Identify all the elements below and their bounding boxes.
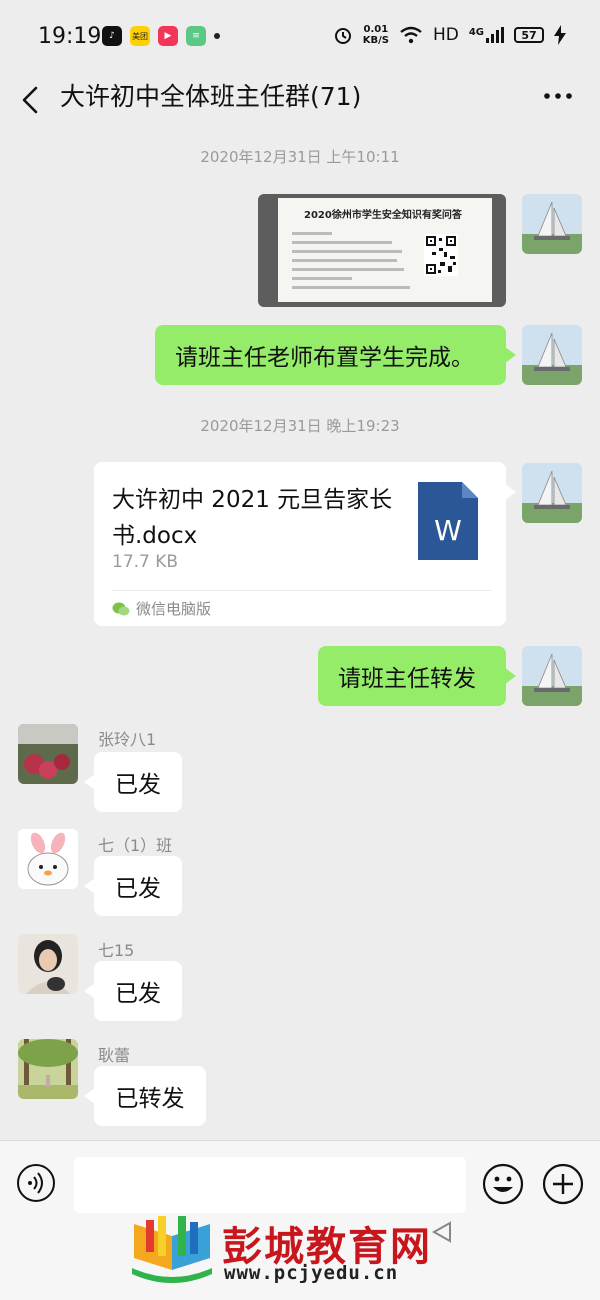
book-logo-icon bbox=[132, 1216, 212, 1283]
status-bar: 19:19 ♪ 美团 ▶ ≡ 0.01 KB/S HD 4G 57 bbox=[0, 0, 600, 72]
image-message[interactable]: 2020徐州市学生安全知识有奖问答 bbox=[258, 194, 506, 307]
chat-title: 大许初中全体班主任群(71) bbox=[60, 82, 362, 111]
signal-label: 4G bbox=[468, 27, 484, 38]
wifi-icon bbox=[400, 26, 422, 44]
file-source-label: 微信电脑版 bbox=[136, 600, 212, 618]
file-source: 微信电脑版 bbox=[112, 598, 211, 619]
file-message[interactable]: 大许初中 2021 元旦告家长书.docx 17.7 KB W 微信电脑版 bbox=[94, 462, 516, 626]
battery-level: 57 bbox=[521, 28, 537, 42]
message-text: 已转发 bbox=[115, 1086, 185, 1112]
network-speed-unit: KB/S bbox=[362, 35, 389, 46]
sailboat-avatar-icon bbox=[522, 463, 582, 523]
image-title: 2020徐州市学生安全知识有奖问答 bbox=[304, 210, 462, 221]
chat-header: 大许初中全体班主任群(71) bbox=[0, 72, 600, 132]
outgoing-message[interactable]: 请班主任老师布置学生完成。 bbox=[155, 325, 516, 385]
battery-indicator: 57 bbox=[514, 27, 544, 43]
sender-name: 张玲八1 bbox=[98, 730, 157, 749]
my-avatar[interactable] bbox=[522, 463, 582, 523]
charging-icon bbox=[554, 25, 566, 45]
more-notifications-dot bbox=[214, 33, 220, 39]
sailboat-avatar-icon bbox=[522, 194, 582, 254]
file-name: 大许初中 2021 元旦告家长书.docx bbox=[112, 487, 393, 549]
divider bbox=[112, 590, 492, 591]
message-text: 已发 bbox=[115, 876, 161, 902]
signal-bars-icon bbox=[486, 27, 504, 43]
green-app-icon: ≡ bbox=[186, 26, 206, 46]
outgoing-message[interactable]: 请班主任转发 bbox=[318, 646, 516, 706]
flowers-avatar-icon bbox=[18, 724, 78, 784]
word-document-icon: W bbox=[418, 482, 478, 560]
forest-avatar-icon bbox=[18, 1039, 78, 1099]
timestamp: 2020年12月31日 晚上19:23 bbox=[200, 417, 400, 435]
sender-name: 耿蕾 bbox=[98, 1046, 131, 1065]
incoming-message[interactable]: 已发 bbox=[84, 752, 182, 812]
message-text: 已发 bbox=[115, 981, 161, 1007]
my-avatar[interactable] bbox=[522, 646, 582, 706]
emoji-icon[interactable] bbox=[482, 1163, 524, 1205]
back-arrow-icon[interactable] bbox=[16, 82, 46, 118]
watermark: 彭城教育网 www.pcjyedu.cn bbox=[0, 1216, 600, 1300]
member-avatar[interactable] bbox=[18, 829, 78, 889]
incoming-message[interactable]: 已发 bbox=[84, 961, 182, 1021]
sender-name: 七（1）班 bbox=[98, 836, 173, 855]
hd-label: HD bbox=[432, 25, 459, 45]
sailboat-avatar-icon bbox=[522, 646, 582, 706]
network-speed-value: 0.01 bbox=[363, 24, 389, 35]
image-paper: 2020徐州市学生安全知识有奖问答 bbox=[278, 198, 492, 302]
member-avatar[interactable] bbox=[18, 1039, 78, 1099]
message-input[interactable] bbox=[74, 1157, 466, 1213]
bunny-avatar-icon bbox=[18, 829, 78, 889]
member-avatar[interactable] bbox=[18, 934, 78, 994]
message-text: 请班主任转发 bbox=[338, 666, 476, 692]
more-functions-plus-icon[interactable] bbox=[542, 1163, 584, 1205]
sailboat-avatar-icon bbox=[522, 325, 582, 385]
more-options-icon[interactable] bbox=[542, 84, 574, 108]
file-size: 17.7 KB bbox=[112, 552, 179, 572]
alarm-icon bbox=[334, 28, 351, 44]
portrait-avatar-icon bbox=[18, 934, 78, 994]
my-avatar[interactable] bbox=[522, 194, 582, 254]
qr-code-icon bbox=[424, 234, 458, 276]
message-text: 请班主任老师布置学生完成。 bbox=[175, 345, 474, 371]
tiktok-icon: ♪ bbox=[102, 26, 122, 46]
image-text-lines bbox=[292, 232, 412, 295]
message-text: 已发 bbox=[115, 772, 161, 798]
incoming-message[interactable]: 已发 bbox=[84, 856, 182, 916]
network-speed: 0.01 KB/S bbox=[363, 24, 389, 46]
notification-apps: ♪ 美团 ▶ ≡ bbox=[102, 26, 220, 46]
member-avatar[interactable] bbox=[18, 724, 78, 784]
word-icon-letter: W bbox=[434, 514, 462, 547]
nav-back-triangle-icon[interactable] bbox=[430, 1220, 454, 1244]
watermark-url: www.pcjyedu.cn bbox=[224, 1262, 399, 1284]
voice-input-icon[interactable] bbox=[16, 1163, 56, 1203]
wechat-icon bbox=[112, 602, 130, 615]
meituan-icon: 美团 bbox=[130, 26, 150, 46]
incoming-message[interactable]: 已转发 bbox=[84, 1066, 206, 1126]
my-avatar[interactable] bbox=[522, 325, 582, 385]
timestamp: 2020年12月31日 上午10:11 bbox=[200, 148, 400, 166]
video-app-icon: ▶ bbox=[158, 26, 178, 46]
cell-signal: 4G bbox=[469, 27, 504, 43]
status-time: 19:19 bbox=[38, 24, 102, 49]
sender-name: 七15 bbox=[98, 941, 135, 960]
status-indicators: 0.01 KB/S HD 4G 57 bbox=[333, 24, 566, 46]
